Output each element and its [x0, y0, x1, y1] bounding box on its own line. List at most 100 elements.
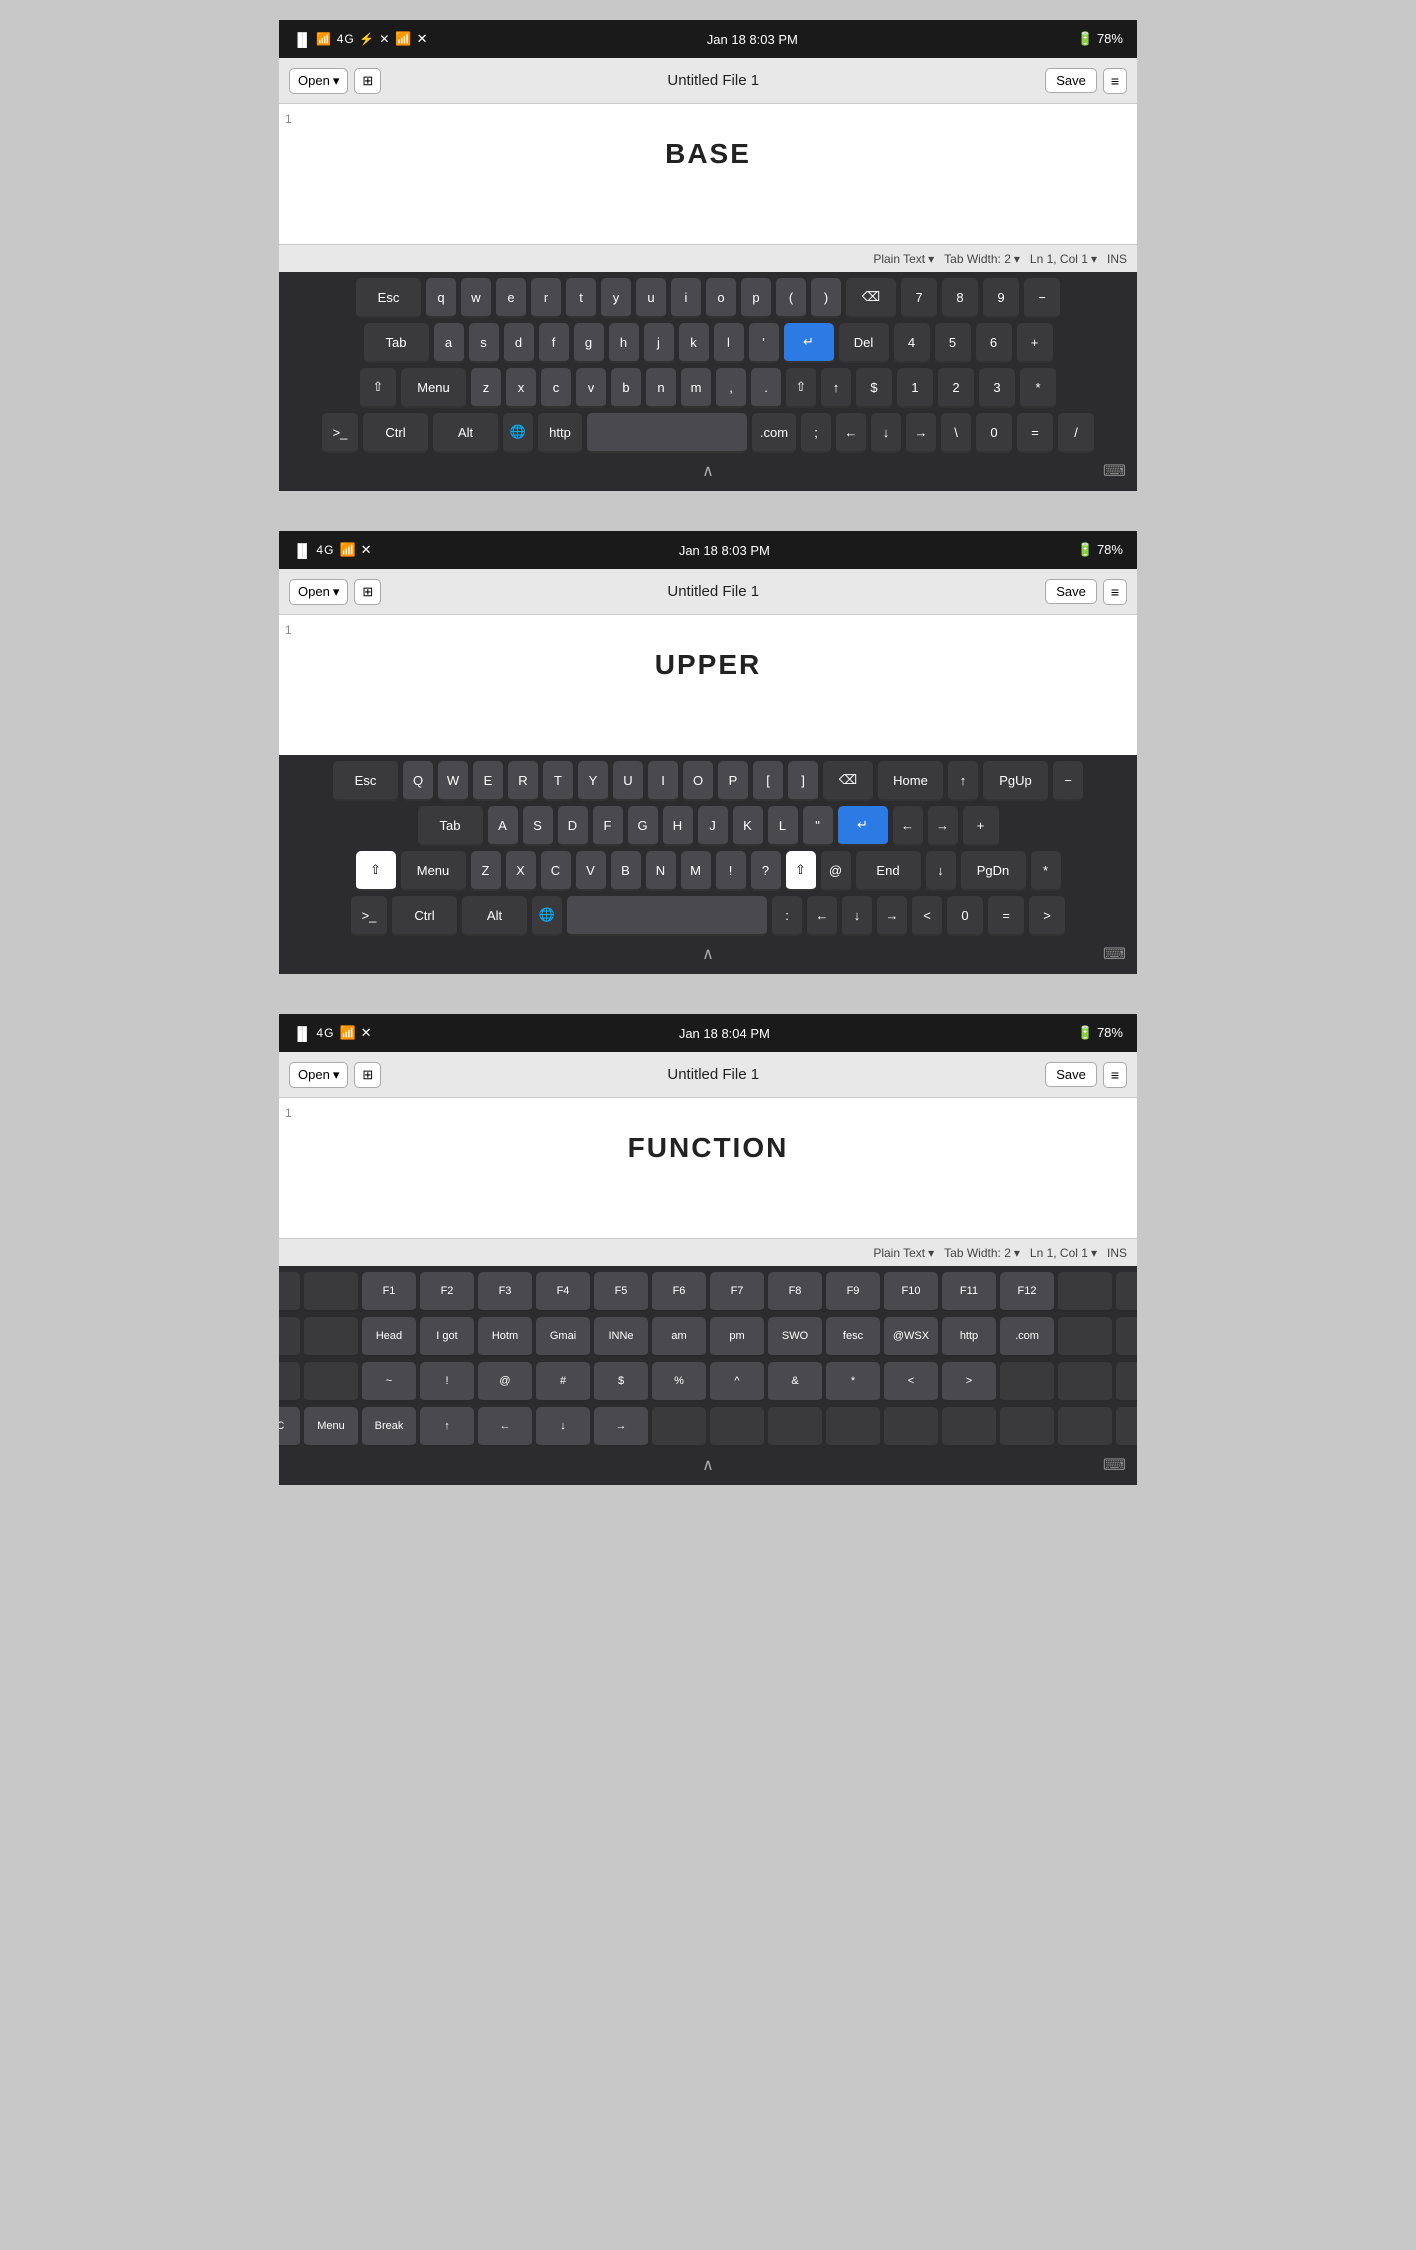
key-c[interactable]: c	[541, 368, 571, 408]
key-break[interactable]: Break	[362, 1407, 416, 1447]
key-lt-u[interactable]: <	[912, 896, 942, 936]
key-f5[interactable]: F5	[594, 1272, 648, 1312]
key-period[interactable]: .	[751, 368, 781, 408]
key-K[interactable]: K	[733, 806, 763, 846]
menu-button-2[interactable]: ≡	[1103, 579, 1127, 605]
key-M[interactable]: M	[681, 851, 711, 891]
key-left-fn[interactable]: ←	[478, 1407, 532, 1447]
key-dollar-fn[interactable]: $	[594, 1362, 648, 1402]
key-r[interactable]: r	[531, 278, 561, 318]
key-down-u[interactable]: ↓	[926, 851, 956, 891]
key-tab-u[interactable]: Tab	[418, 806, 483, 846]
key-exclaim-fn[interactable]: !	[420, 1362, 474, 1402]
key-minus-u[interactable]: −	[1053, 761, 1083, 801]
add-button-2[interactable]: ⊞	[354, 579, 381, 605]
key-Y[interactable]: Y	[578, 761, 608, 801]
key-terminal[interactable]: >_	[322, 413, 358, 453]
key-k[interactable]: k	[679, 323, 709, 363]
key-menu-fn[interactable]: Menu	[304, 1407, 358, 1447]
key-at-u[interactable]: @	[821, 851, 851, 891]
key-v[interactable]: v	[576, 368, 606, 408]
key-f3[interactable]: F3	[478, 1272, 532, 1312]
key-am[interactable]: am	[652, 1317, 706, 1357]
key-asterisk[interactable]: *	[1020, 368, 1056, 408]
key-f2[interactable]: F2	[420, 1272, 474, 1312]
key-f11[interactable]: F11	[942, 1272, 996, 1312]
key-asterisk-u[interactable]: *	[1031, 851, 1061, 891]
key-swo[interactable]: SWO	[768, 1317, 822, 1357]
key-alt-u[interactable]: Alt	[462, 896, 527, 936]
key-menu-u[interactable]: Menu	[401, 851, 466, 891]
key-dotcom[interactable]: .com	[752, 413, 796, 453]
key-left[interactable]: ←	[836, 413, 866, 453]
key-at-fn[interactable]: @	[478, 1362, 532, 1402]
key-gt-u[interactable]: >	[1029, 896, 1065, 936]
key-T[interactable]: T	[543, 761, 573, 801]
key-m[interactable]: m	[681, 368, 711, 408]
key-f6[interactable]: F6	[652, 1272, 706, 1312]
key-up-nav[interactable]: ↑	[821, 368, 851, 408]
key-j[interactable]: j	[644, 323, 674, 363]
key-U[interactable]: U	[613, 761, 643, 801]
key-space-u[interactable]	[567, 896, 767, 936]
key-q[interactable]: q	[426, 278, 456, 318]
key-minus[interactable]: −	[1024, 278, 1060, 318]
key-lt-fn[interactable]: <	[884, 1362, 938, 1402]
key-abc[interactable]: ABC	[279, 1407, 300, 1447]
key-f10[interactable]: F10	[884, 1272, 938, 1312]
key-3[interactable]: 3	[979, 368, 1015, 408]
key-equals-u[interactable]: =	[988, 896, 1024, 936]
key-8[interactable]: 8	[942, 278, 978, 318]
key-Z[interactable]: Z	[471, 851, 501, 891]
key-t[interactable]: t	[566, 278, 596, 318]
key-enter-u[interactable]: ↵	[838, 806, 888, 846]
key-f4[interactable]: F4	[536, 1272, 590, 1312]
key-R[interactable]: R	[508, 761, 538, 801]
key-globe-u[interactable]: 🌐	[532, 896, 562, 936]
key-enter[interactable]: ↵	[784, 323, 834, 363]
key-a[interactable]: a	[434, 323, 464, 363]
key-squote[interactable]: '	[749, 323, 779, 363]
key-esc-u[interactable]: Esc	[333, 761, 398, 801]
key-space[interactable]	[587, 413, 747, 453]
key-end[interactable]: End	[856, 851, 921, 891]
key-ctrl-u[interactable]: Ctrl	[392, 896, 457, 936]
key-fesc[interactable]: fesc	[826, 1317, 880, 1357]
editor-content-2[interactable]: UPPER	[279, 639, 1137, 749]
key-9[interactable]: 9	[983, 278, 1019, 318]
key-dotcom-fn[interactable]: .com	[1000, 1317, 1054, 1357]
key-5[interactable]: 5	[935, 323, 971, 363]
key-question[interactable]: ?	[751, 851, 781, 891]
key-ampersand[interactable]: &	[768, 1362, 822, 1402]
key-A[interactable]: A	[488, 806, 518, 846]
key-plus[interactable]: +	[1017, 323, 1053, 363]
key-g[interactable]: g	[574, 323, 604, 363]
key-rparen[interactable]: )	[811, 278, 841, 318]
key-shift-u[interactable]: ⇧	[356, 851, 396, 891]
key-J[interactable]: J	[698, 806, 728, 846]
key-f8[interactable]: F8	[768, 1272, 822, 1312]
key-L[interactable]: L	[768, 806, 798, 846]
key-home[interactable]: Home	[878, 761, 943, 801]
key-semicolon[interactable]: ;	[801, 413, 831, 453]
key-right-u[interactable]: →	[928, 806, 958, 846]
key-z[interactable]: z	[471, 368, 501, 408]
key-O[interactable]: O	[683, 761, 713, 801]
key-shift2-u[interactable]: ⇧	[786, 851, 816, 891]
add-button-1[interactable]: ⊞	[354, 68, 381, 94]
key-comma[interactable]: ,	[716, 368, 746, 408]
key-at-wsx[interactable]: @WSX	[884, 1317, 938, 1357]
key-down2-u[interactable]: ↓	[842, 896, 872, 936]
key-E[interactable]: E	[473, 761, 503, 801]
key-inne[interactable]: INNe	[594, 1317, 648, 1357]
key-hotm[interactable]: Hotm	[478, 1317, 532, 1357]
key-X[interactable]: X	[506, 851, 536, 891]
key-W[interactable]: W	[438, 761, 468, 801]
key-B[interactable]: B	[611, 851, 641, 891]
key-h[interactable]: h	[609, 323, 639, 363]
key-backspace[interactable]: ⌫	[846, 278, 896, 318]
key-lbracket[interactable]: [	[753, 761, 783, 801]
key-6[interactable]: 6	[976, 323, 1012, 363]
key-globe[interactable]: 🌐	[503, 413, 533, 453]
key-s[interactable]: s	[469, 323, 499, 363]
